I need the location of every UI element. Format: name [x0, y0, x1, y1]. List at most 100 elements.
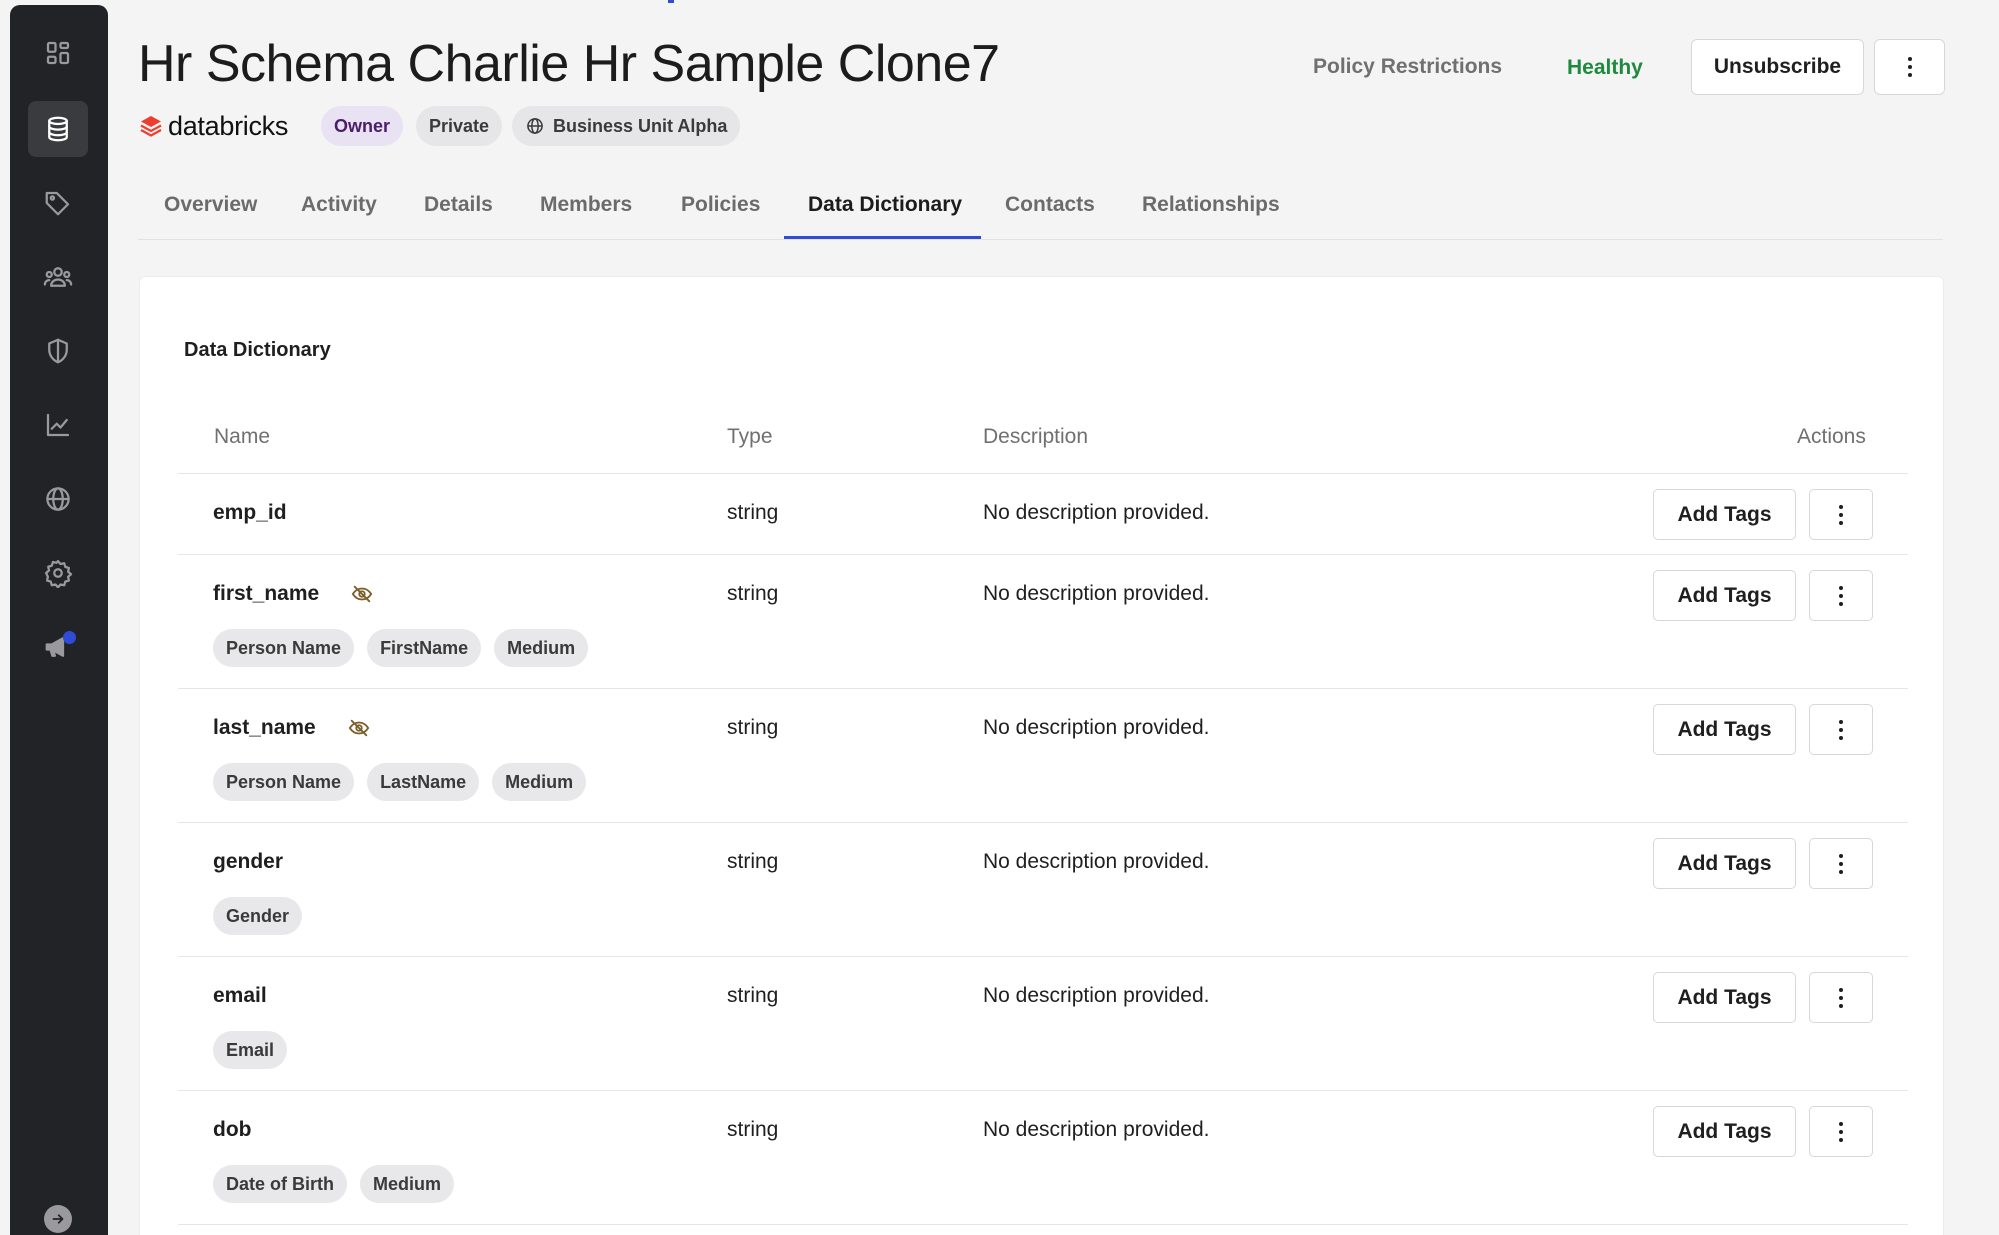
column-header-name: Name	[214, 425, 271, 448]
active-tab-indicator	[784, 236, 981, 239]
kebab-icon	[1839, 504, 1843, 525]
add-tags-button[interactable]: Add Tags	[1653, 570, 1796, 621]
tag-chip[interactable]: Medium	[360, 1165, 455, 1203]
unsubscribe-button[interactable]: Unsubscribe	[1691, 39, 1864, 95]
column-description: No description provided.	[983, 716, 1210, 739]
row-more-button[interactable]	[1809, 972, 1873, 1023]
kebab-icon	[1839, 585, 1843, 606]
add-tags-button[interactable]: Add Tags	[1653, 972, 1796, 1023]
tab-data-dictionary[interactable]: Data Dictionary	[808, 193, 962, 217]
column-type: string	[727, 984, 779, 1007]
column-name-label: last_name	[213, 716, 316, 739]
notification-dot	[63, 631, 76, 644]
health-status: Healthy	[1567, 56, 1643, 79]
row-more-button[interactable]	[1809, 570, 1873, 621]
sidebar-item-announcements[interactable]	[28, 619, 88, 675]
tag-chip[interactable]: Medium	[494, 629, 589, 667]
table-row: dob string No description provided. Add …	[178, 1091, 1908, 1225]
database-icon	[48, 116, 68, 142]
tab-policies[interactable]: Policies	[681, 193, 760, 217]
add-tags-button[interactable]: Add Tags	[1653, 838, 1796, 889]
sidebar-item-global[interactable]	[28, 471, 88, 527]
tab-overview[interactable]: Overview	[164, 193, 257, 217]
row-more-button[interactable]	[1809, 838, 1873, 889]
sidebar-item-analytics[interactable]	[28, 397, 88, 453]
tag-chip[interactable]: FirstName	[367, 629, 482, 667]
sidebar	[10, 5, 108, 1235]
column-type: string	[727, 582, 779, 605]
column-name: last_name	[213, 716, 370, 740]
table-row: last_name string No description provided…	[178, 689, 1908, 823]
top-accent-line	[668, 0, 674, 3]
column-type: string	[727, 1118, 779, 1141]
owner-badge: Owner	[321, 106, 404, 146]
add-tags-button[interactable]: Add Tags	[1653, 489, 1796, 540]
add-tags-button[interactable]: Add Tags	[1653, 1106, 1796, 1157]
databricks-logo-icon	[140, 116, 162, 137]
column-description: No description provided.	[983, 1118, 1210, 1141]
tab-bar: Overview Activity Details Members Polici…	[138, 185, 1943, 240]
sidebar-item-settings[interactable]	[28, 545, 88, 601]
dashboard-icon	[46, 41, 70, 65]
tab-relationships[interactable]: Relationships	[1142, 193, 1280, 217]
row-more-button[interactable]	[1809, 1106, 1873, 1157]
column-header-description: Description	[983, 425, 1089, 448]
row-more-button[interactable]	[1809, 704, 1873, 755]
eye-slash-icon	[348, 717, 370, 739]
row-more-button[interactable]	[1809, 489, 1873, 540]
column-name-label: emp_id	[213, 501, 287, 524]
column-type: string	[727, 850, 779, 873]
column-name-label: gender	[213, 850, 284, 873]
column-name-label: email	[213, 984, 267, 1007]
tag-list: Email	[213, 1031, 288, 1069]
column-name-label: dob	[213, 1118, 252, 1141]
policy-restrictions-link[interactable]: Policy Restrictions	[1313, 55, 1502, 79]
table-row: first_name string No description provide…	[178, 555, 1908, 689]
data-dictionary-card: Data Dictionary Name Type Description Ac…	[139, 276, 1944, 1235]
globe-icon	[527, 118, 543, 134]
table-row: email string No description provided. Ad…	[178, 957, 1908, 1091]
sidebar-item-tags[interactable]	[28, 175, 88, 231]
business-unit-badge: Business Unit Alpha	[512, 106, 741, 146]
column-type: string	[727, 501, 779, 524]
column-header-type: Type	[727, 425, 773, 448]
gear-icon	[45, 560, 73, 588]
tab-details[interactable]: Details	[424, 193, 493, 217]
tab-contacts[interactable]: Contacts	[1005, 193, 1095, 217]
tag-chip[interactable]: Person Name	[213, 629, 355, 667]
kebab-icon	[1839, 987, 1843, 1008]
table-row: gender string No description provided. A…	[178, 823, 1908, 957]
shield-icon	[48, 338, 68, 364]
add-tags-button[interactable]: Add Tags	[1653, 704, 1796, 755]
sidebar-item-policies[interactable]	[28, 323, 88, 379]
business-unit-label: Business Unit Alpha	[553, 115, 728, 136]
sidebar-item-users[interactable]	[28, 249, 88, 305]
kebab-icon	[1839, 853, 1843, 874]
tab-members[interactable]: Members	[540, 193, 632, 217]
tag-chip[interactable]: Person Name	[213, 763, 355, 801]
private-badge: Private	[416, 106, 503, 146]
kebab-icon	[1839, 1121, 1843, 1142]
tag-chip[interactable]: Email	[213, 1031, 288, 1069]
column-type: string	[727, 716, 779, 739]
tag-chip[interactable]: LastName	[367, 763, 480, 801]
globe-icon	[46, 487, 70, 511]
sidebar-item-data[interactable]	[28, 101, 88, 157]
more-options-button[interactable]	[1874, 39, 1945, 95]
tag-chip[interactable]: Date of Birth	[213, 1165, 347, 1203]
table-row: emp_id string No description provided. A…	[178, 474, 1908, 555]
tab-activity[interactable]: Activity	[301, 193, 377, 217]
sidebar-item-dashboard[interactable]	[28, 25, 88, 81]
column-name: first_name	[213, 582, 373, 606]
tag-chip[interactable]: Medium	[492, 763, 587, 801]
column-name: dob	[213, 1118, 251, 1142]
column-header-actions: Actions	[1797, 425, 1866, 448]
tag-chip[interactable]: Gender	[213, 897, 303, 935]
column-name: email	[213, 984, 267, 1008]
column-name-label: first_name	[213, 582, 320, 605]
brand-logo: databricks	[138, 110, 288, 142]
users-icon	[43, 267, 73, 287]
sidebar-collapse-button[interactable]	[44, 1205, 72, 1233]
arrow-right-circle-icon	[52, 1214, 64, 1224]
column-description: No description provided.	[983, 501, 1210, 524]
